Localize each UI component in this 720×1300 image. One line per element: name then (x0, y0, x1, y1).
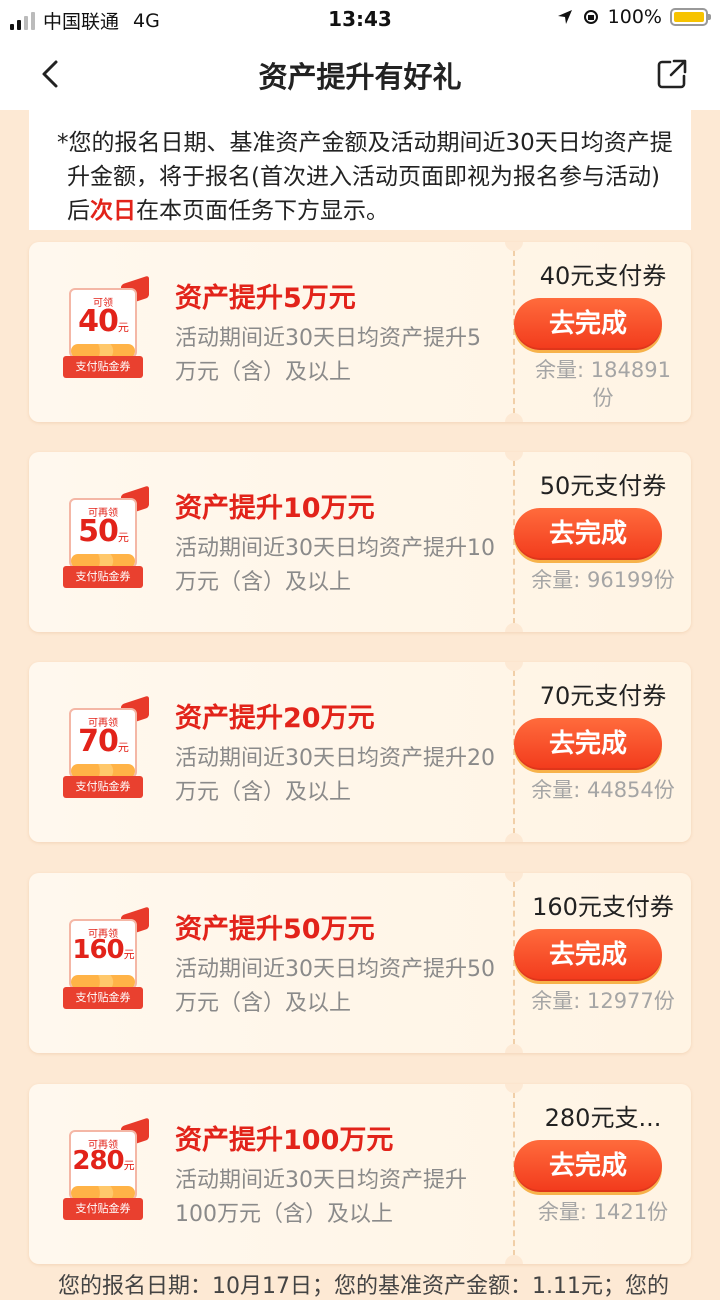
badge-unit: 元 (123, 948, 135, 961)
badge-amount: 160元 (71, 935, 135, 965)
stock-label: 余量: 44854份 (531, 778, 675, 802)
badge-unit: 元 (117, 741, 129, 754)
badge-amount: 280元 (71, 1146, 135, 1176)
coupon-badge: 可再领 70元 支付贴金券 (63, 695, 149, 800)
reward-label: 40元支付券 (539, 262, 667, 290)
reward-label: 50元支付券 (539, 472, 667, 500)
badge-ribbon: 支付贴金券 (63, 987, 143, 1009)
task-title: 资产提升100万元 (175, 1125, 394, 1156)
task-title: 资产提升50万元 (175, 914, 375, 945)
task-title: 资产提升10万元 (175, 493, 375, 524)
card-notch (505, 662, 523, 671)
badge-amount-value: 70 (78, 724, 119, 759)
card-notch (505, 242, 523, 251)
card-notch (505, 413, 523, 422)
stock-label: 余量: 1421份 (537, 1200, 669, 1224)
card-notch (505, 1255, 523, 1264)
badge-amount-value: 160 (72, 935, 124, 965)
battery-fill (674, 12, 704, 22)
battery-percent: 100% (607, 6, 662, 28)
badge-amount: 70元 (71, 724, 135, 759)
complete-button[interactable]: 去完成 (514, 718, 662, 770)
card-notch (505, 833, 523, 842)
badge-unit: 元 (117, 531, 129, 544)
badge-unit: 元 (117, 321, 129, 334)
enrollment-info: 您的报名日期：10月17日；您的基准资产金额：1.11元；您的 (58, 1274, 669, 1299)
coupon-badge: 可领 40元 支付贴金券 (63, 275, 149, 380)
task-card: 可领 40元 支付贴金券 资产提升5万元 活动期间近30天日均资产提升5万元（含… (29, 242, 691, 422)
task-card: 可再领 160元 支付贴金券 资产提升50万元 活动期间近30天日均资产提升50… (29, 873, 691, 1053)
badge-ribbon: 支付贴金券 (63, 776, 143, 798)
page-title: 资产提升有好礼 (258, 60, 462, 94)
task-desc: 活动期间近30天日均资产提升50万元（含）及以上 (175, 957, 495, 1016)
card-notch (505, 452, 523, 461)
task-card: 可再领 70元 支付贴金券 资产提升20万元 活动期间近30天日均资产提升20万… (29, 662, 691, 842)
coupon-badge: 可再领 50元 支付贴金券 (63, 485, 149, 590)
complete-button[interactable]: 去完成 (514, 508, 662, 560)
task-title: 资产提升20万元 (175, 703, 375, 734)
battery-icon (670, 8, 711, 26)
card-notch (505, 1084, 523, 1093)
badge-amount-value: 50 (78, 514, 119, 549)
badge-unit: 元 (123, 1159, 135, 1172)
status-right: 100% (556, 6, 711, 28)
orientation-lock-icon (583, 10, 598, 24)
share-icon[interactable] (652, 54, 692, 94)
badge-ribbon: 支付贴金券 (63, 1198, 143, 1220)
stock-label: 余量: 12977份 (531, 989, 675, 1013)
task-card: 可再领 280元 支付贴金券 资产提升100万元 活动期间近30天日均资产提升1… (29, 1084, 691, 1264)
reward-label: 280元支... (544, 1104, 662, 1132)
stock-label: 余量: 96199份 (531, 568, 675, 592)
location-arrow-icon (557, 10, 572, 24)
badge-ribbon: 支付贴金券 (63, 356, 143, 378)
badge-amount: 50元 (71, 514, 135, 549)
task-title: 资产提升5万元 (175, 283, 356, 314)
badge-amount: 40元 (71, 304, 135, 339)
card-notch (505, 623, 523, 632)
card-notch (505, 1044, 523, 1053)
reward-label: 70元支付券 (539, 682, 667, 710)
reward-label: 160元支付券 (532, 893, 674, 921)
complete-button[interactable]: 去完成 (514, 929, 662, 981)
status-bar: 中国联通 4G 13:43 100% (0, 0, 720, 38)
task-desc: 活动期间近30天日均资产提升10万元（含）及以上 (175, 536, 495, 595)
badge-amount-value: 280 (72, 1146, 124, 1176)
badge-ribbon: 支付贴金券 (63, 566, 143, 588)
task-card: 可再领 50元 支付贴金券 资产提升10万元 活动期间近30天日均资产提升10万… (29, 452, 691, 632)
task-desc: 活动期间近30天日均资产提升100万元（含）及以上 (175, 1168, 467, 1227)
coupon-badge: 可再领 280元 支付贴金券 (63, 1117, 149, 1222)
notice-highlight: 次日 (90, 198, 136, 224)
task-desc: 活动期间近30天日均资产提升20万元（含）及以上 (175, 746, 495, 805)
stock-label: 余量: 184891份 (535, 358, 671, 410)
notice-text-after: 在本页面任务下方显示。 (136, 198, 389, 224)
badge-amount-value: 40 (78, 304, 119, 339)
enrollment-notice: *您的报名日期、基准资产金额及活动期间近30天日均资产提升金额，将于报名(首次进… (29, 110, 691, 230)
nav-bar: 资产提升有好礼 (0, 38, 720, 110)
task-desc: 活动期间近30天日均资产提升5万元（含）及以上 (175, 326, 481, 385)
card-notch (505, 873, 523, 882)
coupon-badge: 可再领 160元 支付贴金券 (63, 906, 149, 1011)
complete-button[interactable]: 去完成 (514, 1140, 662, 1192)
complete-button[interactable]: 去完成 (514, 298, 662, 350)
